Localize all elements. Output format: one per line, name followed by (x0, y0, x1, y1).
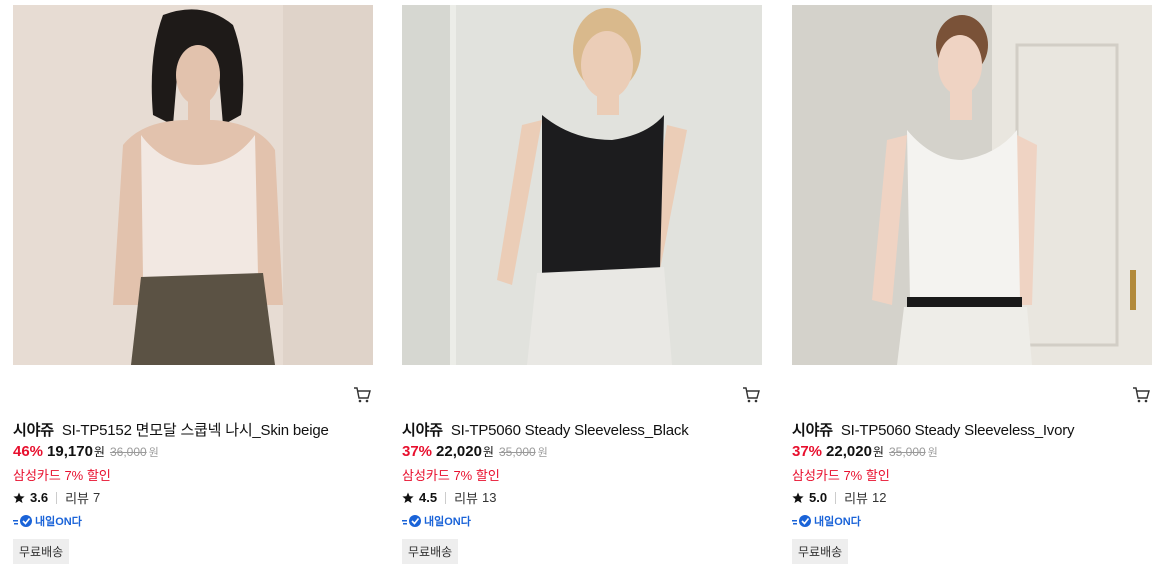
price-row: 46% 19,170원 36,000 원 (13, 443, 159, 460)
original-price-unit: 원 (537, 447, 548, 459)
rating-row: 3.6 리뷰 7 (13, 488, 100, 507)
delivery-badge-label: 내일ON다 (424, 516, 471, 528)
star-icon (792, 492, 804, 503)
original-price: 35,000 (888, 445, 926, 459)
divider (445, 491, 447, 504)
product-card[interactable]: 시야쥬 SI-TP5060 Steady Sleeveless_Ivory 37%… (792, 5, 1152, 564)
price-unit: 원 (872, 445, 884, 459)
price-row: 37% 22,020원 35,000 원 (792, 443, 938, 460)
rating-score: 3.6 (30, 490, 49, 505)
review-count: 13 (482, 490, 497, 505)
original-price-unit: 원 (148, 447, 159, 459)
brand-name[interactable]: 시야쥬 (792, 422, 833, 439)
cart-icon[interactable] (742, 386, 760, 404)
product-image[interactable] (13, 5, 373, 365)
free-shipping-tag: 무료배송 (13, 539, 70, 564)
product-card[interactable]: 시야쥬 SI-TP5152 면모달 스쿱넥 나시_Skin beige 46% 19… (13, 5, 373, 564)
star-icon (402, 492, 414, 503)
delivery-badge-label: 내일ON다 (814, 516, 861, 528)
original-price-unit: 원 (927, 447, 938, 459)
discount-rate: 46% (13, 443, 44, 460)
delivery-badge: 내일ON다 (402, 513, 471, 529)
rating-row: 4.5 리뷰 13 (402, 488, 496, 507)
divider (835, 491, 837, 504)
cart-icon[interactable] (353, 386, 371, 404)
card-promo: 삼성카드 7% 할인 (792, 468, 890, 483)
product-name[interactable]: SI-TP5152 면모달 스쿱넥 나시_Skin beige (62, 422, 329, 439)
sale-price: 22,020 (826, 443, 872, 460)
rating-row: 5.0 리뷰 12 (792, 488, 886, 507)
product-image[interactable] (792, 5, 1152, 365)
product-name[interactable]: SI-TP5060 Steady Sleeveless_Black (451, 422, 689, 439)
brand-name[interactable]: 시야쥬 (13, 422, 54, 439)
product-card[interactable]: 시야쥬 SI-TP5060 Steady Sleeveless_Black 37%… (402, 5, 762, 564)
truck-icon (13, 515, 32, 527)
rating-score: 4.5 (419, 490, 438, 505)
card-promo: 삼성카드 7% 할인 (13, 468, 111, 483)
product-title[interactable]: 시야쥬 SI-TP5152 면모달 스쿱넥 나시_Skin beige (13, 419, 329, 440)
rating-score: 5.0 (809, 490, 828, 505)
original-price: 35,000 (498, 445, 536, 459)
free-shipping-tag: 무료배송 (792, 539, 849, 564)
delivery-badge-label: 내일ON다 (35, 516, 82, 528)
cart-icon[interactable] (1132, 386, 1150, 404)
product-name[interactable]: SI-TP5060 Steady Sleeveless_Ivory (841, 422, 1075, 439)
review-label: 리뷰 (844, 491, 868, 506)
discount-rate: 37% (402, 443, 433, 460)
delivery-badge: 내일ON다 (13, 513, 82, 529)
original-price: 36,000 (109, 445, 147, 459)
review-count: 7 (93, 490, 101, 505)
card-promo: 삼성카드 7% 할인 (402, 468, 500, 483)
brand-name[interactable]: 시야쥬 (402, 422, 443, 439)
sale-price: 19,170 (47, 443, 93, 460)
free-shipping-tag: 무료배송 (402, 539, 459, 564)
price-row: 37% 22,020원 35,000 원 (402, 443, 548, 460)
product-title[interactable]: 시야쥬 SI-TP5060 Steady Sleeveless_Black (402, 419, 689, 440)
delivery-badge: 내일ON다 (792, 513, 861, 529)
price-unit: 원 (482, 445, 494, 459)
truck-icon (402, 515, 421, 527)
price-unit: 원 (93, 445, 105, 459)
review-label: 리뷰 (454, 491, 478, 506)
divider (56, 491, 58, 504)
discount-rate: 37% (792, 443, 823, 460)
product-image[interactable] (402, 5, 762, 365)
sale-price: 22,020 (436, 443, 482, 460)
star-icon (13, 492, 25, 503)
truck-icon (792, 515, 811, 527)
review-label: 리뷰 (65, 491, 89, 506)
review-count: 12 (872, 490, 887, 505)
product-title[interactable]: 시야쥬 SI-TP5060 Steady Sleeveless_Ivory (792, 419, 1075, 440)
